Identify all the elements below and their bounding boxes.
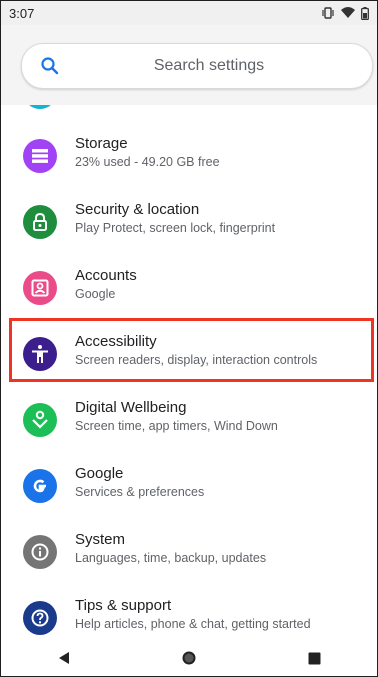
item-title: Accounts: [75, 267, 137, 284]
settings-item-accessibility[interactable]: Accessibility Screen readers, display, i…: [1, 319, 377, 385]
back-button[interactable]: [44, 643, 84, 673]
settings-item-google[interactable]: Google Services & preferences: [1, 451, 377, 517]
overview-icon: [308, 652, 321, 664]
settings-list: Storage 23% used - 49.20 GB free Securit…: [1, 105, 377, 640]
battery-icon: [361, 6, 369, 20]
storage-icon: [23, 139, 57, 173]
overview-button[interactable]: [294, 643, 334, 673]
item-subtitle: Services & preferences: [75, 485, 205, 499]
home-icon: [182, 651, 196, 665]
wellbeing-icon: [23, 403, 57, 437]
settings-item-security[interactable]: Security & location Play Protect, screen…: [1, 187, 377, 253]
search-icon: [41, 57, 59, 75]
item-title: Tips & support: [75, 597, 172, 614]
item-title: Storage: [75, 135, 128, 152]
item-title: Google: [75, 465, 124, 482]
search-bar[interactable]: Search settings: [21, 43, 373, 89]
wifi-icon: [341, 7, 355, 18]
info-icon: [23, 535, 57, 569]
settings-item-storage[interactable]: Storage 23% used - 49.20 GB free: [1, 121, 377, 187]
item-title: Digital Wellbeing: [75, 399, 187, 416]
settings-item-accounts[interactable]: Accounts Google: [1, 253, 377, 319]
partial-list-item: [1, 105, 377, 117]
item-subtitle: Screen readers, display, interaction con…: [75, 353, 318, 367]
navigation-bar: [1, 640, 377, 676]
item-title: Security & location: [75, 201, 200, 218]
item-subtitle: Play Protect, screen lock, fingerprint: [75, 221, 276, 235]
item-subtitle: Languages, time, backup, updates: [75, 551, 267, 565]
status-icons: [321, 6, 369, 20]
vibrate-icon: [322, 7, 334, 19]
back-icon: [58, 652, 69, 664]
settings-item-digital-wellbeing[interactable]: Digital Wellbeing Screen time, app timer…: [1, 385, 377, 451]
item-subtitle: Screen time, app timers, Wind Down: [75, 419, 278, 433]
google-icon: [23, 469, 57, 503]
item-subtitle: 23% used - 49.20 GB free: [75, 155, 220, 169]
status-time: 3:07: [9, 5, 35, 21]
status-bar: 3:07: [1, 1, 377, 25]
search-area: Search settings: [1, 25, 377, 105]
item-title: Accessibility: [75, 333, 157, 350]
item-subtitle: Help articles, phone & chat, getting sta…: [75, 617, 311, 631]
item-subtitle: Google: [75, 287, 116, 301]
settings-item-system[interactable]: System Languages, time, backup, updates: [1, 517, 377, 583]
search-placeholder: Search settings: [153, 57, 265, 74]
screen: 3:07 Search settings Storage 23% used - …: [0, 0, 378, 677]
home-button[interactable]: [169, 643, 209, 673]
settings-item-tips-support[interactable]: Tips & support Help articles, phone & ch…: [1, 583, 377, 640]
account-box-icon: [23, 271, 57, 305]
lock-icon: [23, 205, 57, 239]
item-title: System: [75, 531, 126, 548]
help-icon: [23, 601, 57, 635]
accessibility-icon: [23, 337, 57, 371]
